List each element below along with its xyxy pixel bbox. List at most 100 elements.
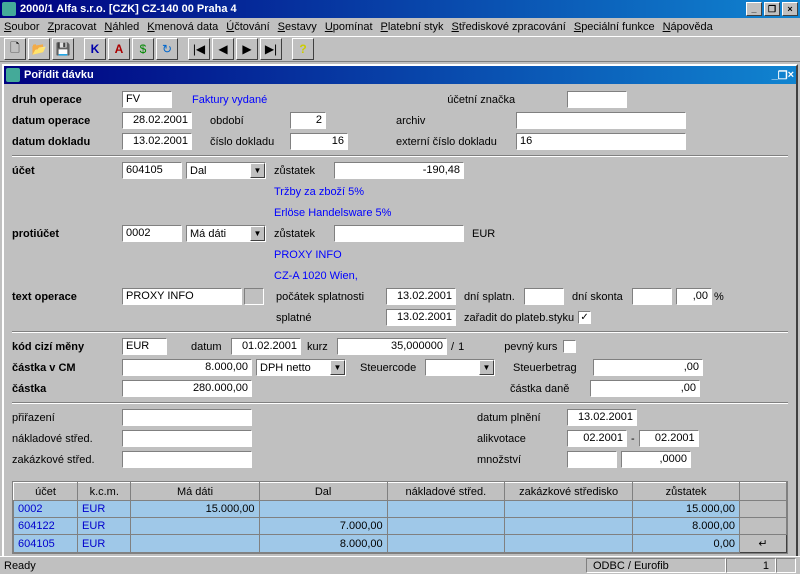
- dni-splatn-input[interactable]: [524, 288, 564, 305]
- first-icon[interactable]: |◀: [188, 38, 210, 60]
- label-zustatek-ucet: zůstatek: [274, 165, 334, 177]
- datum-dokladu-input[interactable]: 13.02.2001: [122, 133, 192, 150]
- prirazeni-input[interactable]: [122, 409, 252, 426]
- menu-upominat[interactable]: Upomínat: [325, 21, 373, 33]
- status-page: 1: [726, 558, 776, 573]
- chevron-down-icon[interactable]: ▼: [250, 163, 265, 178]
- chevron-down-icon[interactable]: ▼: [479, 360, 494, 375]
- castka-cm-input[interactable]: 8.000,00: [122, 359, 252, 376]
- dph-select[interactable]: DPH netto▼: [256, 359, 346, 376]
- grid-header-row: účet k.c.m. Má dáti Dal nákladové střed.…: [14, 483, 787, 501]
- menu-kmenova[interactable]: Kmenová data: [147, 21, 218, 33]
- menu-napoveda[interactable]: Nápověda: [663, 21, 713, 33]
- zakazkove-input[interactable]: [122, 451, 252, 468]
- datum-plneni-input[interactable]: 13.02.2001: [567, 409, 637, 426]
- status-db: ODBC / Eurofib: [586, 558, 726, 573]
- druh-operace-input[interactable]: FV: [122, 91, 172, 108]
- col-zustatek[interactable]: zůstatek: [633, 483, 740, 501]
- label-zakazkove: zakázkové střed.: [12, 454, 122, 466]
- col-ucet[interactable]: účet: [14, 483, 78, 501]
- table-row[interactable]: 0002EUR15.000,0015.000,00: [14, 501, 787, 518]
- prev-icon[interactable]: ◀: [212, 38, 234, 60]
- open-icon[interactable]: 📂: [28, 38, 50, 60]
- next-icon[interactable]: ▶: [236, 38, 258, 60]
- ucetni-znacka-input[interactable]: [567, 91, 627, 108]
- menu-uctovani[interactable]: Účtování: [226, 21, 269, 33]
- menu-sestavy[interactable]: Sestavy: [278, 21, 317, 33]
- chevron-down-icon[interactable]: ▼: [250, 226, 265, 241]
- minimize-button[interactable]: _: [746, 2, 762, 16]
- dni-skonta-input[interactable]: [632, 288, 672, 305]
- subwindow: Pořídit dávku _ ❐ × druh operace FV Fakt…: [2, 64, 798, 560]
- ucet-input[interactable]: 604105: [122, 162, 182, 179]
- currency-icon[interactable]: $: [132, 38, 154, 60]
- protiucet-zustatek-input[interactable]: [334, 225, 464, 242]
- ucet-zustatek-input[interactable]: -190,48: [334, 162, 464, 179]
- nakladove-input[interactable]: [122, 430, 252, 447]
- col-kcm[interactable]: k.c.m.: [78, 483, 131, 501]
- pevny-kurs-checkbox[interactable]: [563, 340, 576, 353]
- zaradit-checkbox[interactable]: ✓: [578, 311, 591, 324]
- obdobi-input[interactable]: 2: [290, 112, 326, 129]
- status-pane: [776, 558, 796, 573]
- protiucet-side-select[interactable]: Má dáti▼: [186, 225, 266, 242]
- mnozstvi-val-input[interactable]: ,0000: [621, 451, 691, 468]
- mena-datum-input[interactable]: 01.02.2001: [231, 338, 301, 355]
- label-steuercode: Steuercode: [360, 362, 425, 374]
- maximize-button[interactable]: ❐: [764, 2, 780, 16]
- table-row[interactable]: 604105EUR8.000,000,00↵: [14, 535, 787, 553]
- menu-zpracovat[interactable]: Zpracovat: [47, 21, 96, 33]
- col-zakazkove[interactable]: zakázkové středisko: [505, 483, 633, 501]
- mena-input[interactable]: EUR: [122, 338, 167, 355]
- menu-platebni[interactable]: Platební styk: [381, 21, 444, 33]
- externi-cislo-input[interactable]: 16: [516, 133, 686, 150]
- ucet-side-select[interactable]: Dal▼: [186, 162, 266, 179]
- castka-input[interactable]: 280.000,00: [122, 380, 252, 397]
- col-madati[interactable]: Má dáti: [131, 483, 259, 501]
- save-icon[interactable]: 💾: [52, 38, 74, 60]
- sub-maximize-button[interactable]: ❐: [778, 69, 788, 82]
- protiucet-input[interactable]: 0002: [122, 225, 182, 242]
- kurz-input[interactable]: 35,000000: [337, 338, 447, 355]
- kurz-div: /: [451, 341, 454, 353]
- subwin-title: Pořídit dávku: [24, 69, 94, 81]
- menu-soubor[interactable]: Soubor: [4, 21, 39, 33]
- text-operace-input[interactable]: PROXY INFO: [122, 288, 242, 305]
- table-row[interactable]: 604122EUR7.000,008.000,00: [14, 518, 787, 535]
- cislo-dokladu-input[interactable]: 16: [290, 133, 348, 150]
- label-dni-splatn: dní splatn.: [464, 291, 524, 303]
- mnozstvi-input[interactable]: [567, 451, 617, 468]
- steuercode-select[interactable]: ▼: [425, 359, 495, 376]
- percent-label: %: [714, 291, 724, 303]
- alik-to-input[interactable]: 02.2001: [639, 430, 699, 447]
- ucet-desc1: Tržby za zboží 5%: [274, 186, 364, 198]
- label-zaradit: zařadit do plateb.styku: [464, 312, 574, 324]
- new-icon[interactable]: 🗋: [4, 38, 26, 60]
- last-icon[interactable]: ▶|: [260, 38, 282, 60]
- help-icon[interactable]: ?: [292, 38, 314, 60]
- datum-operace-input[interactable]: 28.02.2001: [122, 112, 192, 129]
- ucet-desc2: Erlöse Handelsware 5%: [274, 207, 391, 219]
- menu-strediskove[interactable]: Střediskové zpracování: [452, 21, 566, 33]
- close-button[interactable]: ×: [782, 2, 798, 16]
- pocatek-spl-input[interactable]: 13.02.2001: [386, 288, 456, 305]
- castka-dane-input[interactable]: ,00: [590, 380, 700, 397]
- refresh-icon[interactable]: ↻: [156, 38, 178, 60]
- font-icon[interactable]: A: [108, 38, 130, 60]
- bold-icon[interactable]: K: [84, 38, 106, 60]
- sub-close-button[interactable]: ×: [788, 69, 794, 81]
- lookup-button[interactable]: [244, 288, 264, 305]
- col-dal[interactable]: Dal: [259, 483, 387, 501]
- menu-nahled[interactable]: Náhled: [104, 21, 139, 33]
- entries-grid: účet k.c.m. Má dáti Dal nákladové střed.…: [12, 481, 788, 554]
- skonta-pct-input[interactable]: ,00: [676, 288, 712, 305]
- col-nakladove[interactable]: nákladové střed.: [387, 483, 504, 501]
- alik-from-input[interactable]: 02.2001: [567, 430, 627, 447]
- splatne-input[interactable]: 13.02.2001: [386, 309, 456, 326]
- menu-specialni[interactable]: Speciální funkce: [574, 21, 655, 33]
- steuerbetrag-input[interactable]: ,00: [593, 359, 703, 376]
- archiv-input[interactable]: [516, 112, 686, 129]
- label-nakladove: nákladové střed.: [12, 433, 122, 445]
- chevron-down-icon[interactable]: ▼: [330, 360, 345, 375]
- enter-button[interactable]: ↵: [739, 535, 786, 553]
